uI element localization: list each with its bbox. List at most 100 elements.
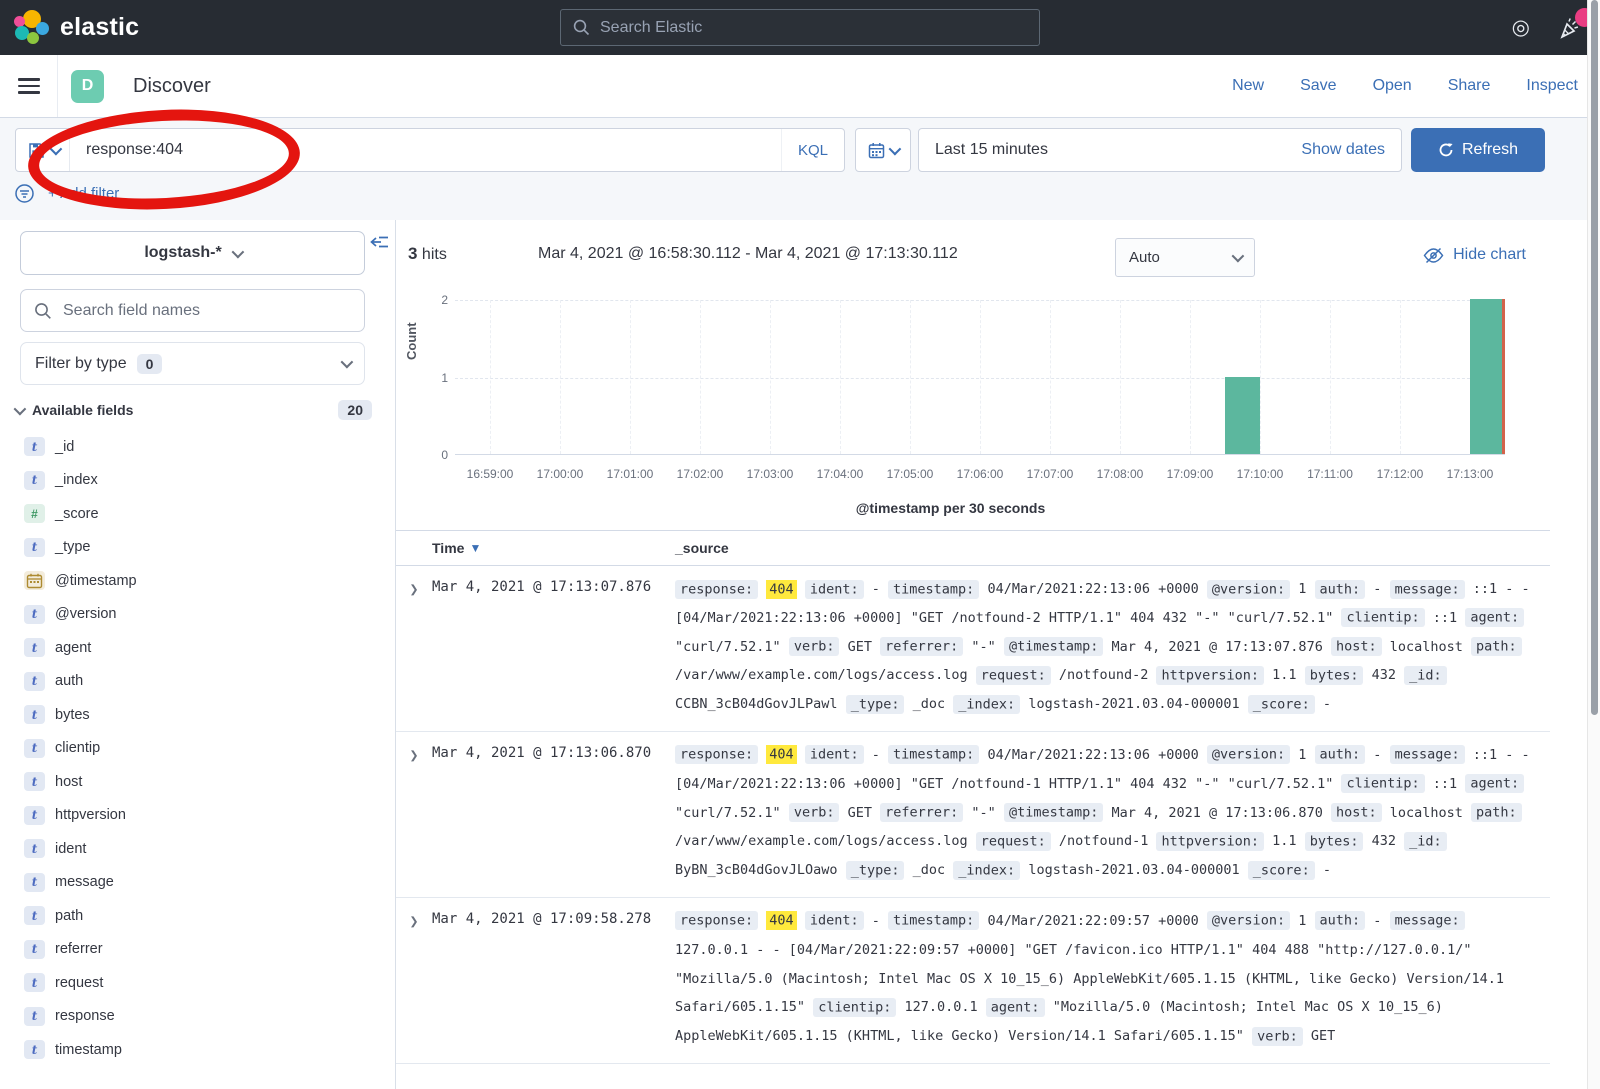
source-field-badge: path:	[1471, 637, 1522, 656]
source-field-badge: request:	[976, 832, 1051, 851]
filter-icon[interactable]	[15, 184, 34, 203]
histogram-bar[interactable]	[1470, 299, 1505, 454]
query-input[interactable]: response:404 KQL	[15, 128, 845, 172]
field-item-referrer[interactable]: treferrer	[14, 933, 382, 967]
text-type-icon: t	[24, 772, 45, 791]
discover-main: 3 hits Mar 4, 2021 @ 16:58:30.112 - Mar …	[396, 220, 1600, 1089]
search-icon	[573, 19, 590, 36]
discover-app-badge[interactable]: D	[71, 70, 104, 103]
field-item-id[interactable]: t_id	[14, 430, 382, 464]
chart-plot-area[interactable]	[455, 300, 1505, 455]
news-icon[interactable]	[1558, 16, 1582, 40]
x-tick-label: 17:02:00	[677, 467, 724, 481]
show-dates-button[interactable]: Show dates	[1301, 141, 1385, 159]
refresh-button[interactable]: Refresh	[1411, 128, 1545, 172]
field-item-version[interactable]: t@version	[14, 598, 382, 632]
field-item-message[interactable]: tmessage	[14, 866, 382, 900]
text-type-icon: t	[24, 705, 45, 724]
field-item-type[interactable]: t_type	[14, 531, 382, 565]
available-fields-header[interactable]: Available fields 20	[14, 395, 372, 425]
field-search-input[interactable]: Search field names	[20, 289, 365, 332]
field-name: bytes	[55, 707, 90, 723]
text-type-icon: t	[24, 471, 45, 490]
source-field-badge: bytes:	[1305, 666, 1364, 685]
row-time: Mar 4, 2021 @ 17:09:58.278	[432, 907, 675, 1051]
source-field-value: logstash-2021.03.04-000001	[1028, 696, 1239, 712]
page-title: Discover	[133, 75, 211, 98]
hits-bar: 3 hits Mar 4, 2021 @ 16:58:30.112 - Mar …	[396, 220, 1600, 288]
field-name: referrer	[55, 941, 103, 957]
field-item-bytes[interactable]: tbytes	[14, 698, 382, 732]
field-item-httpversion[interactable]: thttpversion	[14, 799, 382, 833]
hide-chart-button[interactable]: Hide chart	[1423, 246, 1526, 264]
source-field-value: 1	[1298, 747, 1306, 763]
time-range-value[interactable]: Last 15 minutes	[935, 141, 1301, 159]
source-field-badge: bytes:	[1305, 832, 1364, 851]
source-field-badge: @version:	[1207, 745, 1290, 764]
row-time: Mar 4, 2021 @ 17:13:06.870	[432, 741, 675, 885]
source-field-badge: auth:	[1315, 911, 1366, 930]
source-field-badge: auth:	[1315, 745, 1366, 764]
field-item-timestamp[interactable]: @timestamp	[14, 564, 382, 598]
new-button[interactable]: New	[1232, 77, 1264, 95]
saved-query-menu-button[interactable]	[16, 129, 70, 171]
text-type-icon: t	[24, 1040, 45, 1059]
histogram-chart[interactable]: Count 012 16:59:0017:00:0017:01:0017:02:…	[396, 288, 1600, 530]
query-language-button[interactable]: KQL	[781, 129, 844, 171]
source-field-badge: _score:	[1248, 861, 1315, 880]
scrollbar-thumb[interactable]	[1591, 0, 1598, 715]
field-item-index[interactable]: t_index	[14, 464, 382, 498]
global-search-input[interactable]: Search Elastic	[560, 9, 1040, 46]
field-item-auth[interactable]: tauth	[14, 665, 382, 699]
filter-by-type-dropdown[interactable]: Filter by type 0	[20, 342, 365, 385]
field-item-ident[interactable]: tident	[14, 832, 382, 866]
source-field-badge: response:	[675, 745, 758, 764]
field-item-score[interactable]: #_score	[14, 497, 382, 531]
source-field-badge: ident:	[805, 580, 864, 599]
field-item-path[interactable]: tpath	[14, 899, 382, 933]
source-field-badge: timestamp:	[888, 745, 979, 764]
field-item-timestamp[interactable]: ttimestamp	[14, 1033, 382, 1067]
field-item-agent[interactable]: tagent	[14, 631, 382, 665]
elastic-logo[interactable]: elastic	[0, 10, 139, 46]
query-text[interactable]: response:404	[70, 141, 781, 159]
column-header-time[interactable]: Time ▼	[432, 540, 675, 556]
share-button[interactable]: Share	[1448, 77, 1491, 95]
histogram-bar[interactable]	[1225, 377, 1260, 455]
source-field-value: GET	[848, 805, 872, 821]
source-field-value: 432	[1372, 833, 1396, 849]
field-item-response[interactable]: tresponse	[14, 1000, 382, 1034]
highlighted-value: 404	[766, 580, 796, 599]
source-field-value: -	[1373, 581, 1381, 597]
date-picker-button[interactable]	[855, 128, 911, 172]
field-item-clientip[interactable]: tclientip	[14, 732, 382, 766]
chart-time-range-title: Mar 4, 2021 @ 16:58:30.112 - Mar 4, 2021…	[538, 245, 958, 263]
page-scrollbar[interactable]	[1587, 0, 1600, 1089]
source-field-badge: host:	[1331, 637, 1382, 656]
hits-count: 3 hits	[408, 244, 538, 264]
expand-row-button[interactable]: ❯	[396, 575, 432, 719]
index-pattern-selector[interactable]: logstash-*	[20, 231, 365, 275]
inspect-button[interactable]: Inspect	[1526, 77, 1578, 95]
source-field-badge: agent:	[1465, 608, 1524, 627]
open-button[interactable]: Open	[1373, 77, 1412, 95]
help-icon[interactable]: ◎	[1512, 17, 1530, 38]
brand-name: elastic	[60, 13, 139, 42]
source-field-value: 1	[1298, 913, 1306, 929]
query-bar: response:404 KQL Last 15 minutes Show da…	[0, 118, 1600, 220]
menu-button[interactable]	[0, 55, 58, 117]
collapse-sidebar-button[interactable]	[369, 234, 389, 250]
interval-select[interactable]: Auto	[1115, 238, 1255, 277]
source-field-value: 1	[1298, 581, 1306, 597]
field-item-request[interactable]: trequest	[14, 966, 382, 1000]
x-axis-label: @timestamp per 30 seconds	[396, 500, 1505, 516]
add-filter-button[interactable]: + Add filter	[48, 185, 119, 202]
expand-row-button[interactable]: ❯	[396, 741, 432, 885]
field-item-host[interactable]: thost	[14, 765, 382, 799]
hamburger-icon	[18, 74, 40, 99]
source-field-badge: _score:	[1248, 695, 1315, 714]
source-field-badge: agent:	[1465, 774, 1524, 793]
expand-row-button[interactable]: ❯	[396, 907, 432, 1051]
save-button[interactable]: Save	[1300, 77, 1336, 95]
source-field-value: -	[1323, 862, 1331, 878]
